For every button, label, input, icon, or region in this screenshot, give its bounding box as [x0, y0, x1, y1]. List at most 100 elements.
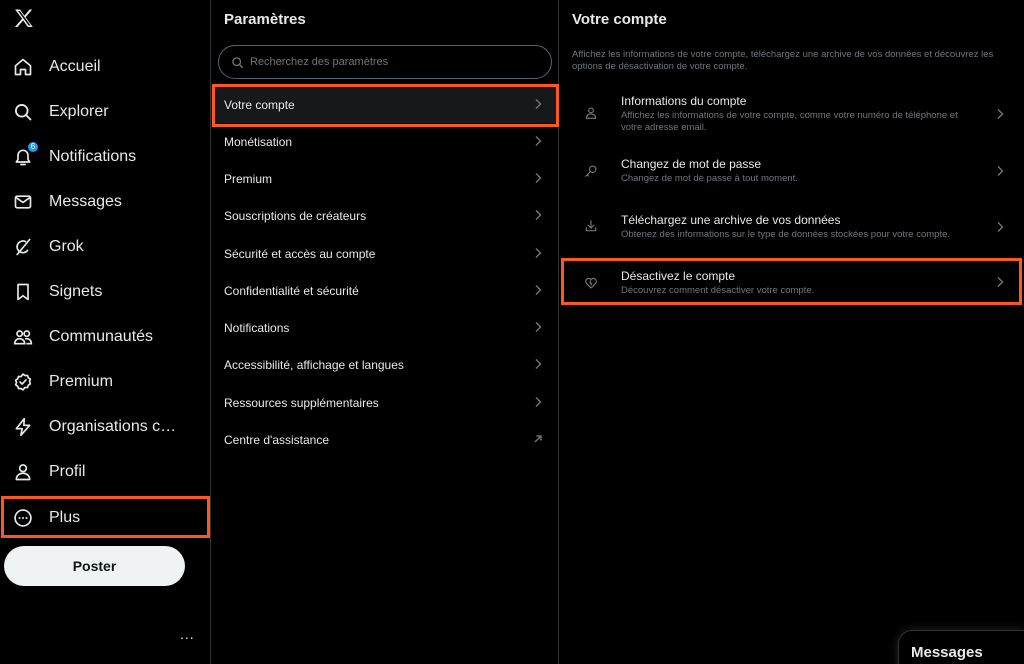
grok-icon: [12, 236, 34, 258]
settings-search[interactable]: [218, 45, 552, 79]
account-item-informations[interactable]: Informations du compte Affichez les info…: [560, 94, 1024, 138]
settings-item-securite-acces[interactable]: Sécurité et accès au compte: [211, 235, 558, 272]
settings-item-label: Notifications: [224, 320, 290, 335]
account-item-archive[interactable]: Téléchargez une archive de vos données O…: [560, 213, 1024, 249]
nav-item-profil[interactable]: Profil: [0, 449, 205, 494]
nav-label: Communautés: [49, 327, 154, 345]
nav-label: Organisations cer...: [49, 417, 184, 435]
account-item-title: Changez de mot de passe: [621, 157, 762, 171]
search-icon: [231, 56, 244, 69]
lightning-icon: [12, 416, 34, 438]
nav-item-messages[interactable]: Messages: [0, 179, 205, 224]
more-circle-icon: [12, 507, 34, 529]
x-logo-icon[interactable]: [12, 7, 36, 31]
nav-label: Explorer: [49, 102, 109, 120]
settings-item-confidentialite[interactable]: Confidentialité et sécurité: [211, 272, 558, 309]
account-item-desc: Affichez les informations de votre compt…: [621, 110, 958, 133]
settings-item-label: Accessibilité, affichage et langues: [224, 357, 404, 372]
nav-item-communautes[interactable]: Communautés: [0, 314, 205, 359]
nav-item-premium[interactable]: Premium: [0, 359, 205, 404]
settings-title: Paramètres: [224, 11, 306, 28]
broken-heart-icon: [584, 276, 598, 290]
settings-item-ressources[interactable]: Ressources supplémentaires: [211, 384, 558, 421]
nav-item-signets[interactable]: Signets: [0, 269, 205, 314]
chevron-right-icon: [532, 358, 544, 370]
chevron-right-icon: [532, 284, 544, 296]
nav-item-explorer[interactable]: Explorer: [0, 89, 205, 134]
settings-item-accessibilite[interactable]: Accessibilité, affichage et langues: [211, 346, 558, 383]
chevron-right-icon: [532, 98, 544, 110]
chevron-right-icon: [532, 247, 544, 259]
chevron-right-icon: [994, 276, 1006, 288]
nav-label: Profil: [49, 462, 86, 480]
settings-item-label: Centre d'assistance: [224, 432, 330, 447]
bookmark-icon: [12, 281, 34, 303]
nav-label: Grok: [49, 237, 84, 255]
account-column: Votre compte Affichez les informations d…: [560, 0, 1024, 664]
chevron-right-icon: [994, 165, 1006, 177]
home-icon: [12, 56, 34, 78]
settings-item-premium[interactable]: Premium: [211, 160, 558, 197]
nav-label: Notifications: [49, 147, 137, 165]
envelope-icon: [12, 191, 34, 213]
settings-item-label: Monétisation: [224, 134, 293, 149]
nav-item-plus[interactable]: Plus: [0, 495, 205, 540]
account-item-title: Désactivez le compte: [621, 269, 736, 283]
settings-item-votre-compte[interactable]: Votre compte: [211, 86, 558, 123]
nav-item-grok[interactable]: Grok: [0, 224, 205, 269]
account-menu-dots[interactable]: ...: [180, 626, 195, 642]
download-icon: [584, 219, 598, 233]
settings-item-label: Sécurité et accès au compte: [224, 246, 376, 261]
chevron-right-icon: [532, 209, 544, 221]
account-description: Affichez les informations de votre compt…: [572, 49, 994, 72]
nav-label: Signets: [49, 282, 103, 300]
account-item-title: Informations du compte: [621, 94, 747, 108]
nav-item-organisations[interactable]: Organisations cer...: [0, 404, 205, 449]
account-item-title: Téléchargez une archive de vos données: [621, 213, 841, 227]
chevron-right-icon: [532, 321, 544, 333]
person-icon: [12, 461, 34, 483]
settings-item-monetisation[interactable]: Monétisation: [211, 123, 558, 160]
settings-item-label: Souscriptions de créateurs: [224, 208, 367, 223]
people-icon: [12, 326, 34, 348]
chevron-right-icon: [532, 172, 544, 184]
account-item-text: Désactivez le compte Découvrez comment d…: [621, 269, 981, 297]
settings-item-label: Votre compte: [224, 97, 295, 112]
chevron-right-icon: [532, 396, 544, 408]
account-item-desc: Obtenez des informations sur le type de …: [621, 229, 950, 240]
notification-badge: 6: [27, 140, 39, 153]
nav-item-accueil[interactable]: Accueil: [0, 44, 205, 89]
person-icon: [584, 106, 598, 120]
nav-item-notifications[interactable]: 6 Notifications: [0, 134, 205, 179]
settings-item-label: Confidentialité et sécurité: [224, 283, 359, 298]
nav-label: Accueil: [49, 57, 101, 75]
post-button[interactable]: Poster: [4, 546, 185, 586]
chevron-right-icon: [994, 108, 1006, 120]
account-title: Votre compte: [572, 11, 667, 28]
settings-item-label: Ressources supplémentaires: [224, 395, 379, 410]
nav-label: Plus: [49, 508, 81, 526]
chevron-right-icon: [532, 135, 544, 147]
nav-label: Messages: [49, 192, 122, 210]
settings-item-centre-assistance[interactable]: Centre d'assistance: [211, 421, 558, 458]
messages-drawer-label: Messages: [911, 644, 983, 661]
settings-item-souscriptions[interactable]: Souscriptions de créateurs: [211, 197, 558, 234]
bell-icon: 6: [12, 140, 39, 168]
search-icon: [12, 101, 34, 123]
chevron-right-icon: [994, 221, 1006, 233]
messages-drawer[interactable]: Messages: [898, 630, 1024, 664]
account-item-desc: Découvrez comment désactiver votre compt…: [621, 285, 815, 296]
account-item-text: Informations du compte Affichez les info…: [621, 94, 981, 134]
account-item-text: Changez de mot de passe Changez de mot d…: [621, 157, 981, 185]
external-link-icon: [532, 433, 544, 445]
nav-label: Premium: [49, 372, 114, 390]
settings-item-notifications[interactable]: Notifications: [211, 309, 558, 346]
account-item-mot-de-passe[interactable]: Changez de mot de passe Changez de mot d…: [560, 157, 1024, 193]
settings-column: Paramètres Votre compte Monétisation Pre…: [211, 0, 559, 664]
left-navigation: Accueil Explorer 6 Notifications Message…: [0, 0, 211, 664]
settings-search-input[interactable]: [250, 56, 530, 68]
key-icon: [584, 164, 598, 178]
verified-icon: [12, 371, 34, 393]
settings-item-label: Premium: [224, 171, 273, 186]
account-item-desactiver[interactable]: Désactivez le compte Découvrez comment d…: [560, 269, 1024, 305]
